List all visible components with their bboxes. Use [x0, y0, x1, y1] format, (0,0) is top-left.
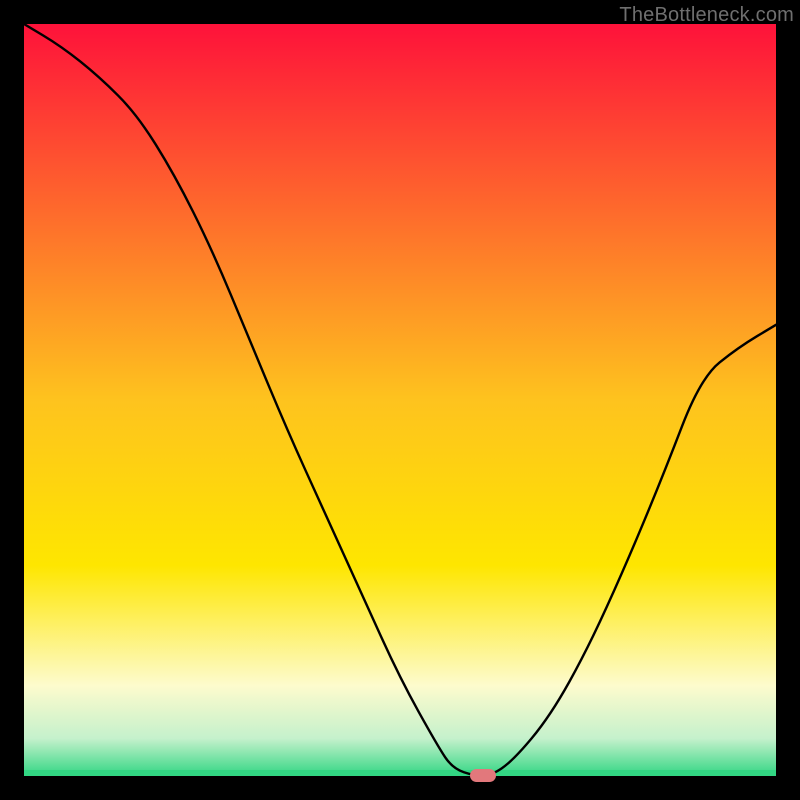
baseline-band — [24, 770, 776, 776]
gradient-background — [24, 24, 776, 776]
chart-container: TheBottleneck.com — [0, 0, 800, 800]
plot-area — [24, 24, 776, 776]
marker-pill — [470, 769, 496, 782]
plot-svg — [24, 24, 776, 776]
